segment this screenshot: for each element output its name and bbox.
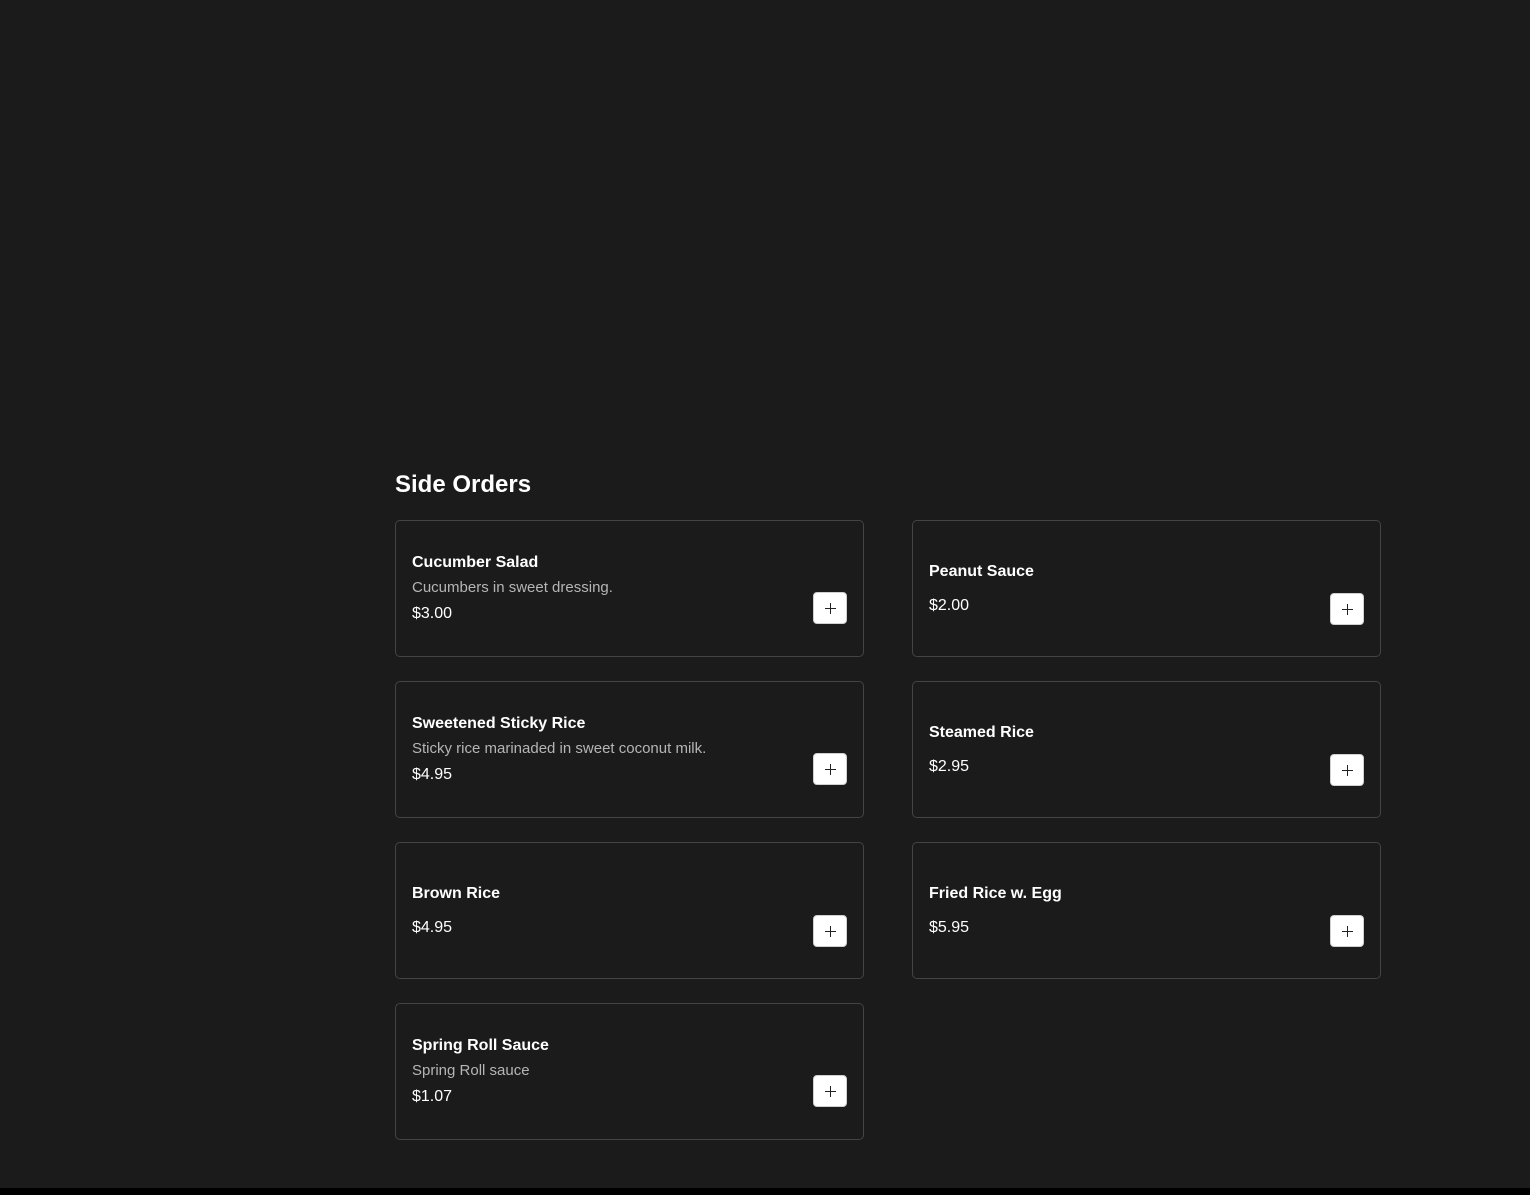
menu-item-card[interactable]: Brown Rice $4.95 — [395, 842, 864, 979]
plus-icon — [1341, 603, 1353, 615]
plus-icon — [1341, 925, 1353, 937]
menu-item-details: Spring Roll Sauce Spring Roll sauce $1.07 — [412, 1004, 792, 1139]
menu-item-price: $3.00 — [412, 605, 453, 622]
menu-item-details: Sweetened Sticky Rice Sticky rice marinad… — [412, 682, 792, 817]
menu-item-price: $5.95 — [929, 918, 970, 936]
plus-icon — [1341, 764, 1353, 776]
menu-item-price: $2.00 — [929, 596, 970, 614]
plus-icon — [824, 602, 836, 614]
menu-item-name: Steamed Rice — [929, 723, 1034, 741]
menu-item-details: Peanut Sauce $2.00 — [929, 521, 1309, 656]
plus-icon — [824, 763, 836, 775]
menu-item-name: Sweetened Sticky Rice — [412, 715, 586, 732]
menu-item-card[interactable]: Fried Rice w. Egg $5.95 — [912, 842, 1381, 979]
menu-item-name: Peanut Sauce — [929, 562, 1034, 580]
menu-item-name: Cucumber Salad — [412, 554, 539, 571]
add-to-cart-button[interactable] — [813, 1075, 847, 1107]
menu-item-details: Brown Rice $4.95 — [412, 843, 792, 978]
menu-items-grid: Cucumber Salad Cucumbers in sweet dressin… — [395, 520, 1381, 1140]
menu-item-card[interactable]: Cucumber Salad Cucumbers in sweet dressin… — [395, 520, 864, 657]
add-to-cart-button[interactable] — [813, 592, 847, 624]
add-to-cart-button[interactable] — [813, 753, 847, 785]
menu-item-name: Brown Rice — [412, 884, 501, 902]
plus-icon — [824, 925, 836, 937]
menu-item-price: $2.95 — [929, 757, 970, 775]
menu-item-card[interactable]: Sweetened Sticky Rice Sticky rice marinad… — [395, 681, 864, 818]
menu-item-price: $4.95 — [412, 766, 453, 783]
menu-item-description: Sticky rice marinaded in sweet coconut m… — [412, 740, 707, 757]
menu-item-price: $4.95 — [412, 918, 453, 936]
plus-icon — [824, 1085, 836, 1097]
add-to-cart-button[interactable] — [1330, 915, 1364, 947]
menu-item-card[interactable]: Spring Roll Sauce Spring Roll sauce $1.07 — [395, 1003, 864, 1140]
add-to-cart-button[interactable] — [1330, 754, 1364, 786]
menu-item-card[interactable]: Peanut Sauce $2.00 — [912, 520, 1381, 657]
menu-item-name: Spring Roll Sauce — [412, 1037, 549, 1054]
side-orders-section: Side Orders Cucumber Salad Cucumbers in s… — [395, 470, 1381, 1140]
menu-item-card[interactable]: Steamed Rice $2.95 — [912, 681, 1381, 818]
section-title: Side Orders — [395, 471, 532, 498]
menu-item-name: Fried Rice w. Egg — [929, 884, 1062, 902]
menu-item-description: Cucumbers in sweet dressing. — [412, 579, 613, 596]
menu-item-details: Cucumber Salad Cucumbers in sweet dressin… — [412, 521, 792, 656]
menu-item-details: Steamed Rice $2.95 — [929, 682, 1309, 817]
menu-item-details: Fried Rice w. Egg $5.95 — [929, 843, 1309, 978]
add-to-cart-button[interactable] — [813, 915, 847, 947]
menu-page: Side Orders Cucumber Salad Cucumbers in s… — [0, 0, 1530, 1195]
menu-item-price: $1.07 — [412, 1088, 453, 1105]
add-to-cart-button[interactable] — [1330, 593, 1364, 625]
menu-item-description: Spring Roll sauce — [412, 1062, 530, 1079]
bottom-edge-bar — [0, 1188, 1530, 1195]
